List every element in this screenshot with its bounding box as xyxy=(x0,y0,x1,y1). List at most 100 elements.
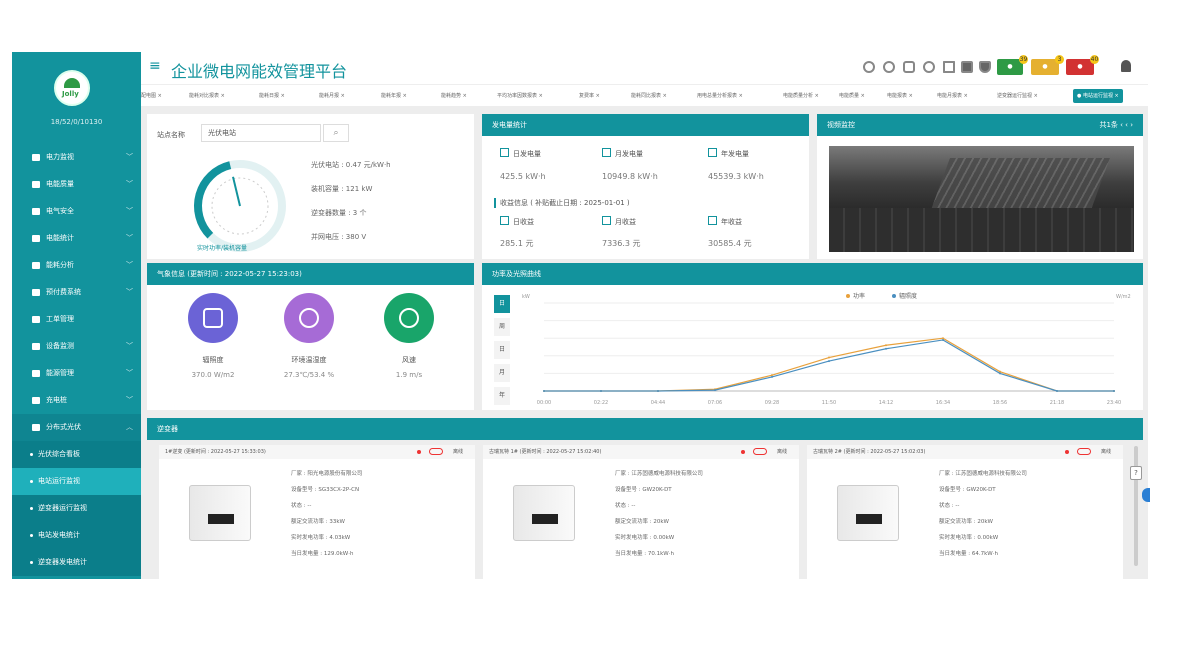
period-tab[interactable]: 年 xyxy=(494,387,510,405)
data-point xyxy=(828,356,830,359)
side-tab-handle[interactable] xyxy=(1142,488,1150,502)
status-dot-icon xyxy=(417,450,421,454)
tab[interactable]: 能耗年报 × xyxy=(381,89,407,103)
tab-bar: 配电图 × 能耗对比报表 × 能耗日报 × 能耗月报 × 能耗年报 × 能耗趋势… xyxy=(141,84,1148,106)
sidebar-item[interactable]: 能耗分析 ﹀ xyxy=(12,252,141,279)
tab[interactable]: 逆变器运行监视 × xyxy=(997,89,1038,103)
tab[interactable]: 电能月报表 × xyxy=(937,89,968,103)
period-tab[interactable]: 日 xyxy=(494,341,510,359)
stat-label: 年收益 xyxy=(708,216,742,227)
sidebar-item[interactable]: 能源管理 ﹀ xyxy=(12,360,141,387)
site-name-input[interactable]: 光伏电站 xyxy=(201,124,321,142)
generation-card: 发电量统计 日发电量 月发电量 年发电量 425.5 kW·h 10949.8 … xyxy=(482,114,809,259)
alarm-badge-red[interactable]: ● 40 xyxy=(1066,55,1099,75)
inverter-card[interactable]: 古瑞瓦特 2# (更新时间 : 2022-05-27 15:02:03) 离线 … xyxy=(807,445,1123,579)
tab[interactable]: 能耗同比报表 × xyxy=(631,89,667,103)
period-tab[interactable]: 月 xyxy=(494,364,510,382)
sidebar-subitem[interactable]: 逆变器运行监视 xyxy=(12,495,141,522)
sidebar-item-pv[interactable]: 分布式光伏 ︿ xyxy=(12,414,141,441)
data-point xyxy=(771,375,773,378)
search-button[interactable]: ⌕ xyxy=(323,124,349,142)
sidebar-item[interactable]: 电力监视 ﹀ xyxy=(12,144,141,171)
site-kv: 并网电压 : 380 V xyxy=(311,233,367,241)
data-point xyxy=(1113,390,1115,392)
inverter-card[interactable]: 1#逆变 (更新时间 : 2022-05-27 15:33:03) 离线 厂家 … xyxy=(159,445,475,579)
sidebar-item[interactable]: 预付费系统 ﹀ xyxy=(12,279,141,306)
sidebar-item[interactable]: 电能质量 ﹀ xyxy=(12,171,141,198)
user-id: 18/52/0/10130 xyxy=(50,118,103,126)
wind-icon xyxy=(384,293,434,343)
tab[interactable]: 能耗趋势 × xyxy=(441,89,467,103)
x-tick-label: 09:28 xyxy=(765,400,779,406)
sidebar-subitem-active[interactable]: 电站运行监视 xyxy=(12,468,141,495)
bell-icon[interactable] xyxy=(979,61,991,73)
video-monitor-card: 视频监控 共1条 ‹ ‹ › xyxy=(817,114,1143,259)
logo-text: Jolly xyxy=(62,90,79,98)
x-tick-label: 07:06 xyxy=(708,400,722,406)
chevron-icon: ﹀ xyxy=(126,234,133,242)
monitor-pager[interactable]: 共1条 ‹ ‹ › xyxy=(1099,114,1133,136)
tab[interactable]: 平均功率因数报表 × xyxy=(497,89,543,103)
data-point xyxy=(771,374,773,377)
sidebar-subitem[interactable]: 逆变器发电统计 xyxy=(12,549,141,576)
sidebar-item[interactable]: 充电桩 ﹀ xyxy=(12,387,141,414)
sidebar-item[interactable]: 电气安全 ﹀ xyxy=(12,198,141,225)
camera-feed-image[interactable] xyxy=(829,146,1134,252)
sidebar-subitem[interactable]: 电站发电统计 xyxy=(12,522,141,549)
menu-toggle-icon[interactable]: ≡ xyxy=(149,58,161,74)
wind-speed-widget: 风速 1.9 m/s xyxy=(369,293,449,379)
prepay-icon xyxy=(32,289,40,296)
tab[interactable]: 能耗日报 × xyxy=(259,89,285,103)
tab[interactable]: 能耗对比报表 × xyxy=(189,89,225,103)
tab[interactable]: 配电图 × xyxy=(141,89,162,103)
data-point xyxy=(1056,390,1058,392)
fullscreen-icon[interactable] xyxy=(943,61,955,73)
sidebar-item[interactable]: 设备监测 ﹀ xyxy=(12,333,141,360)
data-point xyxy=(885,347,887,350)
solar-icon xyxy=(32,424,40,431)
user-avatar-icon[interactable] xyxy=(1121,60,1131,72)
chevron-icon: ﹀ xyxy=(126,396,133,404)
monitor-title: 视频监控 共1条 ‹ ‹ › xyxy=(817,114,1143,136)
period-tab[interactable]: 日 xyxy=(494,295,510,313)
screen-icon[interactable] xyxy=(961,61,973,73)
site-kv: 逆变器数量 : 3 个 xyxy=(311,209,367,217)
refresh-icon[interactable] xyxy=(923,61,935,73)
chevron-icon: ﹀ xyxy=(126,153,133,161)
legend-label: 辐照度 xyxy=(899,292,917,300)
status-toggle xyxy=(753,448,767,455)
inverter-card[interactable]: 古瑞瓦特 1# (更新时间 : 2022-05-27 15:02:40) 离线 … xyxy=(483,445,799,579)
weather-title: 气象信息 (更新时间 : 2022-05-27 15:23:03) xyxy=(147,263,474,285)
income-title: 收益信息 ( 补贴截止日期 : 2025-01-01 ) xyxy=(494,198,630,208)
tab[interactable]: 电能质量 × xyxy=(839,89,865,103)
status-dot-icon xyxy=(741,450,745,454)
tab-active[interactable]: ● 电站运行监视 × xyxy=(1073,89,1123,103)
help-float-button[interactable]: ? xyxy=(1130,466,1142,480)
search-icon[interactable] xyxy=(883,61,895,73)
status-toggle xyxy=(1077,448,1091,455)
chevron-up-icon: ︿ xyxy=(126,423,133,431)
logo-umbrella-icon xyxy=(64,78,80,88)
period-tab[interactable]: 周 xyxy=(494,318,510,336)
sidebar-subitem[interactable]: 光伏综合看板 xyxy=(12,441,141,468)
tab[interactable]: 复费率 × xyxy=(579,89,600,103)
tab[interactable]: 电能报表 × xyxy=(887,89,913,103)
tab[interactable]: 用电总量分析报表 × xyxy=(697,89,743,103)
charger-icon xyxy=(32,397,40,404)
stat-value: 10949.8 kW·h xyxy=(602,172,658,181)
globe-icon[interactable] xyxy=(863,61,875,73)
sidebar-item[interactable]: 电能统计 ﹀ xyxy=(12,225,141,252)
site-kv: 光伏电站 : 0.47 元/kW·h xyxy=(311,161,391,169)
tab[interactable]: 能耗月报 × xyxy=(319,89,345,103)
user-switch-icon[interactable] xyxy=(903,61,915,73)
sidebar-item[interactable]: 工单管理 xyxy=(12,306,141,333)
period-tabs: 日 周 日 月 年 xyxy=(494,295,510,410)
alarm-badge-green[interactable]: ● 39 xyxy=(997,55,1028,75)
x-tick-label: 18:56 xyxy=(993,400,1007,406)
data-point xyxy=(657,390,659,392)
x-tick-label: 21:18 xyxy=(1050,400,1064,406)
alarm-badge-yellow[interactable]: ● 3 xyxy=(1031,55,1064,75)
scrollbar[interactable] xyxy=(1134,446,1138,566)
stat-value: 45539.3 kW·h xyxy=(708,172,764,181)
tab[interactable]: 电能质量分析 × xyxy=(783,89,819,103)
